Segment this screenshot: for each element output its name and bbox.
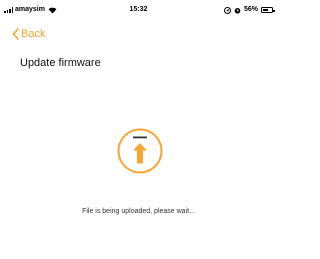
back-button-label: Back — [21, 28, 46, 40]
status-bar: amaysim 15:32 56% — [0, 0, 277, 20]
status-bar-right: 56% — [223, 6, 275, 14]
location-icon — [223, 6, 231, 14]
back-button[interactable]: Back — [12, 27, 45, 41]
upload-status-text: File is being uploaded, please wait... — [82, 208, 195, 215]
page-title: Update firmware — [20, 57, 101, 69]
battery-icon — [261, 7, 275, 13]
battery-percent: 56% — [243, 6, 258, 13]
chevron-left-icon — [12, 28, 19, 40]
upload-arrow-icon — [117, 128, 163, 174]
alarm-icon — [234, 7, 241, 14]
